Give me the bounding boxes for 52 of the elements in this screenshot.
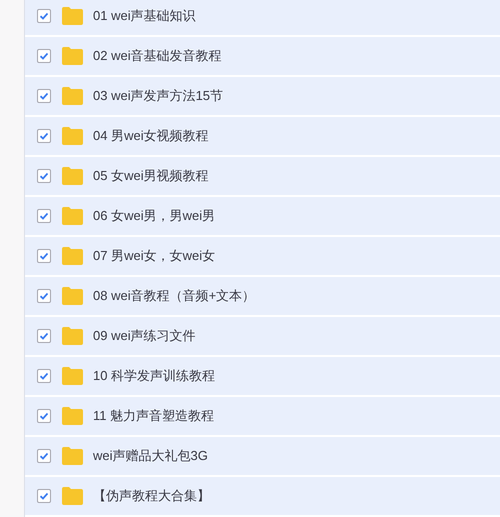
folder-icon bbox=[62, 87, 83, 105]
folder-name: 07 男wei女，女wei女 bbox=[93, 247, 216, 266]
folder-row[interactable]: 08 wei音教程（音频+文本） bbox=[25, 277, 500, 315]
folder-row[interactable]: 02 wei音基础发音教程 bbox=[25, 37, 500, 75]
folder-name: 11 魅力声音塑造教程 bbox=[93, 407, 214, 426]
checkbox[interactable] bbox=[37, 369, 51, 383]
folder-icon bbox=[62, 127, 83, 145]
folder-name: 【伪声教程大合集】 bbox=[93, 487, 210, 506]
folder-name: 04 男wei女视频教程 bbox=[93, 127, 209, 146]
checkbox[interactable] bbox=[37, 249, 51, 263]
checkbox[interactable] bbox=[37, 89, 51, 103]
folder-row[interactable]: 05 女wei男视频教程 bbox=[25, 157, 500, 195]
folder-icon bbox=[62, 367, 83, 385]
folder-row[interactable]: 10 科学发声训练教程 bbox=[25, 357, 500, 395]
folder-row[interactable]: 03 wei声发声方法15节 bbox=[25, 77, 500, 115]
checkbox[interactable] bbox=[37, 329, 51, 343]
folder-row[interactable]: 04 男wei女视频教程 bbox=[25, 117, 500, 155]
folder-name: 10 科学发声训练教程 bbox=[93, 367, 216, 386]
folder-icon bbox=[62, 47, 83, 65]
folder-icon bbox=[62, 247, 83, 265]
folder-row[interactable]: 09 wei声练习文件 bbox=[25, 317, 500, 355]
folder-row[interactable]: wei声赠品大礼包3G bbox=[25, 437, 500, 475]
folder-name: wei声赠品大礼包3G bbox=[93, 447, 208, 466]
checkbox[interactable] bbox=[37, 9, 51, 23]
checkbox[interactable] bbox=[37, 449, 51, 463]
checkbox[interactable] bbox=[37, 209, 51, 223]
folder-icon bbox=[62, 487, 83, 505]
folder-icon bbox=[62, 407, 83, 425]
checkbox[interactable] bbox=[37, 169, 51, 183]
folder-row[interactable]: 07 男wei女，女wei女 bbox=[25, 237, 500, 275]
checkbox[interactable] bbox=[37, 49, 51, 63]
folder-name: 03 wei声发声方法15节 bbox=[93, 87, 224, 106]
folder-name: 09 wei声练习文件 bbox=[93, 327, 196, 346]
folder-icon bbox=[62, 7, 83, 25]
folder-name: 08 wei音教程（音频+文本） bbox=[93, 287, 256, 306]
folder-icon bbox=[62, 167, 83, 185]
folder-row[interactable]: 【伪声教程大合集】 bbox=[25, 477, 500, 515]
folder-row[interactable]: 06 女wei男，男wei男 bbox=[25, 197, 500, 235]
folder-row[interactable]: 01 wei声基础知识 bbox=[25, 0, 500, 35]
folder-name: 05 女wei男视频教程 bbox=[93, 167, 209, 186]
folder-icon bbox=[62, 207, 83, 225]
folder-icon bbox=[62, 287, 83, 305]
checkbox[interactable] bbox=[37, 129, 51, 143]
folder-icon bbox=[62, 447, 83, 465]
checkbox[interactable] bbox=[37, 289, 51, 303]
folder-name: 06 女wei男，男wei男 bbox=[93, 207, 216, 226]
folder-icon bbox=[62, 327, 83, 345]
folder-name: 01 wei声基础知识 bbox=[93, 7, 196, 26]
checkbox[interactable] bbox=[37, 489, 51, 503]
checkbox[interactable] bbox=[37, 409, 51, 423]
folder-row[interactable]: 11 魅力声音塑造教程 bbox=[25, 397, 500, 435]
folder-name: 02 wei音基础发音教程 bbox=[93, 47, 222, 66]
